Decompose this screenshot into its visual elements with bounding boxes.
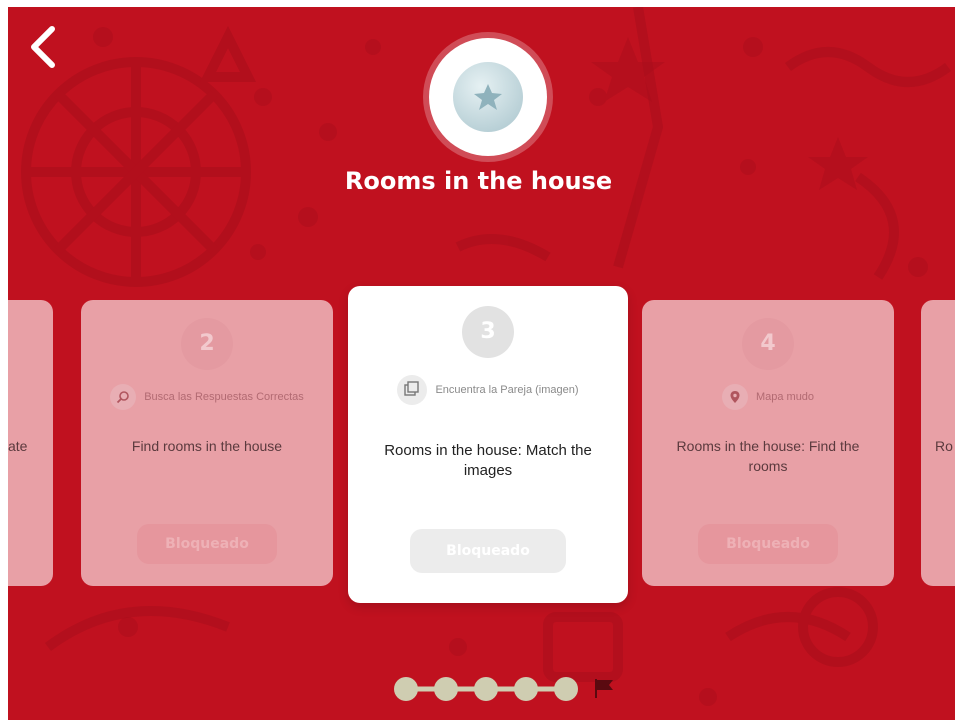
map-pin-icon xyxy=(721,384,748,410)
activity-type-label: Encuentra la Pareja (imagen) xyxy=(435,384,579,396)
activity-card-4[interactable]: 4 Mapa mudo Rooms in the house: Find the… xyxy=(642,300,894,586)
activity-card-2[interactable]: 2 Busca las Respuestas Correctas Find ro… xyxy=(81,300,333,586)
activity-type: Mapa mudo xyxy=(642,384,894,410)
page-title: Rooms in the house xyxy=(344,167,613,195)
progress-dot[interactable] xyxy=(514,677,538,701)
search-icon xyxy=(110,384,137,410)
progress-dot[interactable] xyxy=(554,677,578,701)
chevron-left-icon xyxy=(31,26,55,68)
back-button[interactable] xyxy=(20,21,60,73)
activity-card-title: Rooms in the house: Find the rooms xyxy=(676,438,860,474)
activity-number-badge: 3 xyxy=(462,306,514,358)
level-medal xyxy=(429,38,547,156)
progress-indicator xyxy=(394,677,613,701)
activity-card-3[interactable]: 3 Encuentra la Pareja (imagen) Rooms in … xyxy=(348,286,628,603)
locked-button[interactable]: Bloqueado xyxy=(698,524,838,564)
progress-dot[interactable] xyxy=(474,677,498,701)
activity-card-title: Rooms in the house: Match the images xyxy=(384,442,592,479)
activity-card-title: Find rooms in the house xyxy=(131,438,283,454)
activity-type-label: Busca las Respuestas Correctas xyxy=(144,391,304,403)
locked-button[interactable]: Bloqueado xyxy=(410,529,566,573)
activity-number-badge: 2 xyxy=(181,318,233,370)
locked-button[interactable]: Bloqueado xyxy=(137,524,277,564)
flag-icon xyxy=(595,679,613,698)
activity-type: Busca las Respuestas Correctas xyxy=(81,384,333,410)
progress-dot[interactable] xyxy=(394,677,418,701)
activity-type: Encuentra la Pareja (imagen) xyxy=(348,375,628,405)
progress-dot[interactable] xyxy=(434,677,458,701)
activity-type-label: Mapa mudo xyxy=(755,391,815,403)
activity-screen: Rooms in the house ate 2 Busca las Respu… xyxy=(8,7,955,720)
activity-number-badge: 4 xyxy=(742,318,794,370)
activity-card-title: Ro xyxy=(935,438,953,454)
cards-icon xyxy=(397,375,428,405)
activity-card-title: ate xyxy=(8,438,28,454)
activity-card-1[interactable]: ate xyxy=(8,300,53,586)
star-medal-icon xyxy=(453,62,523,132)
activity-card-5[interactable]: Ro xyxy=(921,300,955,586)
